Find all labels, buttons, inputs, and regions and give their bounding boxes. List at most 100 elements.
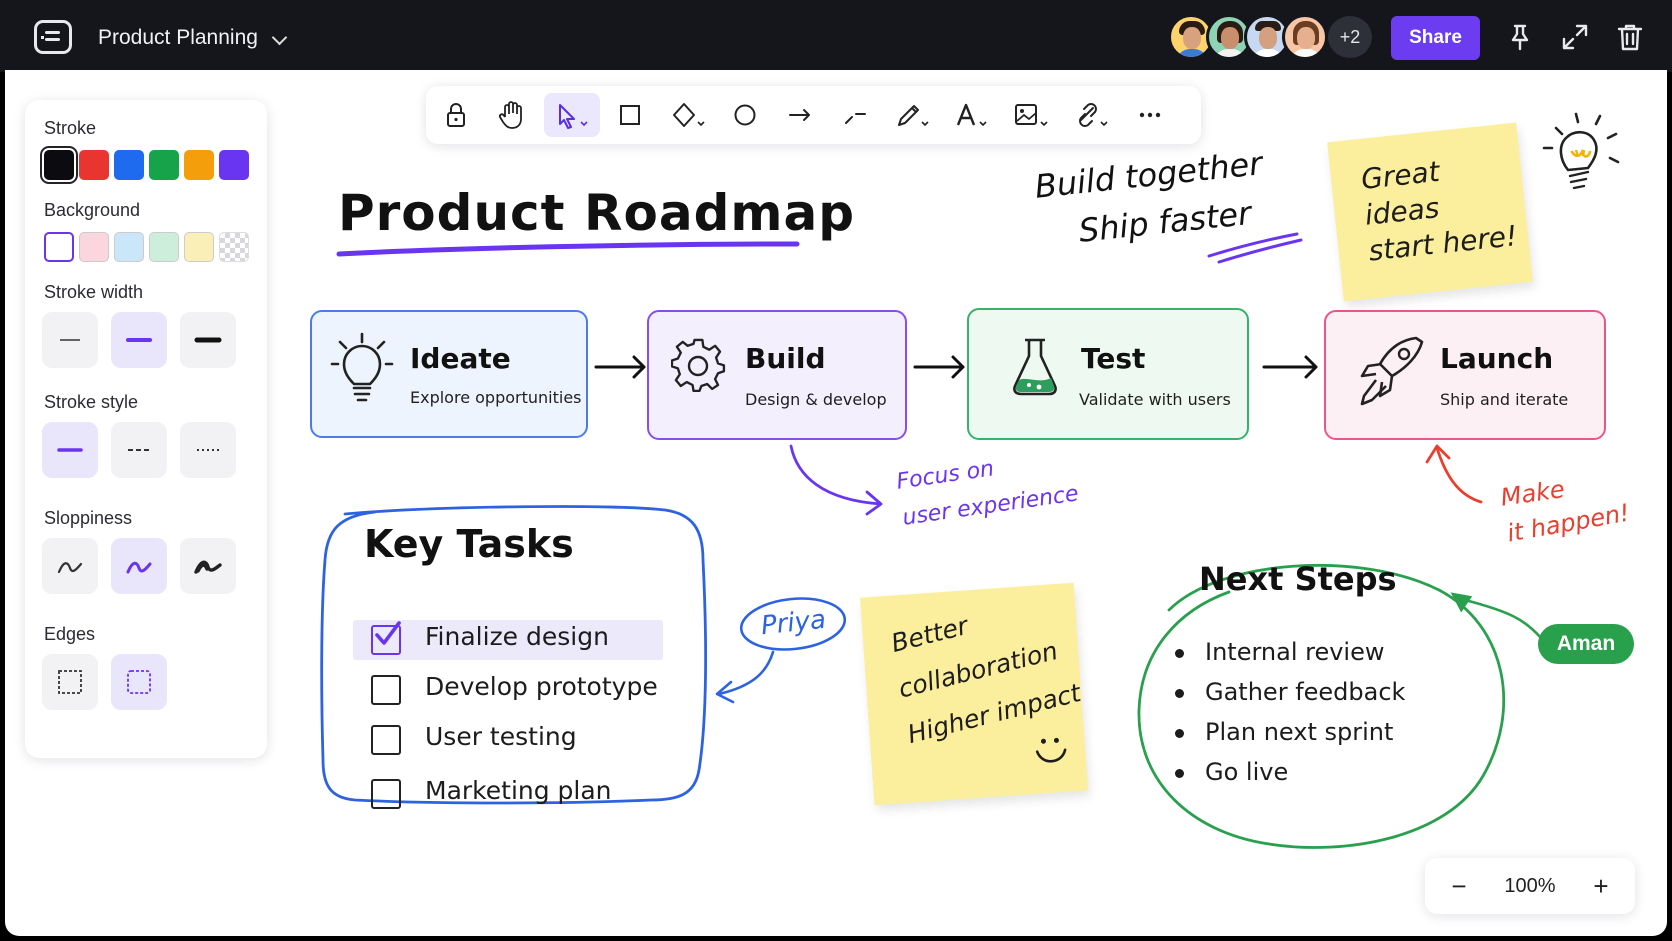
stage-test-title: Test <box>1081 342 1146 375</box>
arrow-tool-icon[interactable] <box>778 93 822 137</box>
stroke-color-swatch[interactable] <box>79 150 109 180</box>
make-note-line1[interactable]: Make <box>1499 475 1566 512</box>
drawing-toolbar <box>426 86 1201 144</box>
stage-launch[interactable]: Launch Ship and iterate <box>1324 310 1606 440</box>
top-bar: Product Planning +2 Share <box>0 0 1672 72</box>
flow-arrow-2[interactable] <box>909 352 969 382</box>
stroke-style-dashed-button[interactable] <box>111 422 167 478</box>
zoom-in-button[interactable]: + <box>1581 868 1621 904</box>
more-collaborators-badge[interactable]: +2 <box>1328 16 1372 58</box>
smiley-icon <box>1035 737 1067 763</box>
flask-icon <box>1013 338 1057 396</box>
lightbulb-doodle-icon[interactable] <box>1540 106 1630 196</box>
next-steps-title[interactable]: Next Steps <box>1199 560 1397 598</box>
background-color-swatch[interactable] <box>149 232 179 262</box>
stroke-width-thin-button[interactable] <box>42 312 98 368</box>
stage-ideate[interactable]: Ideate Explore opportunities <box>310 310 588 438</box>
stage-build-subtitle: Design & develop <box>745 390 887 409</box>
stage-launch-subtitle: Ship and iterate <box>1440 390 1569 409</box>
focus-arrow[interactable] <box>783 442 893 522</box>
stroke-color-swatch[interactable] <box>219 150 249 180</box>
select-tool-icon[interactable] <box>544 93 600 137</box>
checkbox-checked-icon[interactable] <box>371 621 401 655</box>
next-step-label: Gather feedback <box>1205 678 1406 706</box>
key-tasks-title[interactable]: Key Tasks <box>364 522 574 566</box>
stroke-width-bold-button[interactable] <box>180 312 236 368</box>
board-title[interactable]: Product Planning <box>98 26 258 50</box>
lock-tool-icon[interactable] <box>434 93 478 137</box>
edges-round-button[interactable] <box>111 654 167 710</box>
background-color-swatch[interactable] <box>114 232 144 262</box>
rectangle-tool-icon[interactable] <box>608 93 652 137</box>
trash-icon[interactable] <box>1615 22 1645 52</box>
stroke-style-label: Stroke style <box>44 392 139 412</box>
more-tools-icon[interactable] <box>1128 93 1172 137</box>
background-color-swatch[interactable] <box>79 232 109 262</box>
bullet-icon <box>1175 769 1184 778</box>
background-color-swatch[interactable] <box>44 232 74 262</box>
aman-arrow[interactable] <box>1445 590 1545 650</box>
ellipse-tool-icon[interactable] <box>723 93 767 137</box>
fullscreen-icon[interactable] <box>1560 22 1590 52</box>
stroke-color-swatch[interactable] <box>114 150 144 180</box>
stroke-color-swatch[interactable] <box>149 150 179 180</box>
sloppiness-label: Sloppiness <box>44 508 133 528</box>
stroke-width-medium-button[interactable] <box>111 312 167 368</box>
avatar[interactable] <box>1282 14 1328 60</box>
next-step-label: Plan next sprint <box>1205 718 1394 746</box>
make-it-happen-arrow[interactable] <box>1417 440 1489 510</box>
chevron-down-icon[interactable] <box>271 29 288 46</box>
hand-tool-icon[interactable] <box>489 93 533 137</box>
edges-sharp-button[interactable] <box>42 654 98 710</box>
stroke-color-swatch[interactable] <box>184 150 214 180</box>
focus-note-line1[interactable]: Focus on <box>895 456 996 494</box>
task-item[interactable]: Finalize design <box>353 620 663 660</box>
gear-icon <box>671 338 726 393</box>
task-label: Marketing plan <box>425 776 612 805</box>
title-underline[interactable] <box>335 234 805 264</box>
task-item[interactable]: Develop prototype <box>353 670 663 710</box>
link-tool-icon[interactable] <box>1066 93 1118 137</box>
sticky-collab-line1: Better <box>888 611 971 658</box>
background-color-swatch[interactable] <box>184 232 214 262</box>
checkbox-icon[interactable] <box>371 779 401 809</box>
stroke-color-swatch[interactable] <box>40 146 78 184</box>
zoom-level[interactable]: 100% <box>1495 875 1565 898</box>
stroke-style-solid-button[interactable] <box>42 422 98 478</box>
sloppiness-cartoonist-button[interactable] <box>180 538 236 594</box>
pin-icon[interactable] <box>1505 22 1535 52</box>
bullet-icon <box>1175 649 1184 658</box>
next-step-item[interactable]: Go live <box>1175 758 1288 786</box>
zoom-out-button[interactable]: − <box>1439 868 1479 904</box>
next-step-item[interactable]: Internal review <box>1175 638 1385 666</box>
sticky-note-collaboration[interactable]: Better collaboration Higher impact <box>860 582 1088 806</box>
lightbulb-icon <box>330 332 394 402</box>
next-step-item[interactable]: Plan next sprint <box>1175 718 1394 746</box>
whiteboard-canvas[interactable]: Stroke Background Stroke width Stroke st… <box>5 70 1667 936</box>
sloppiness-artist-button[interactable] <box>111 538 167 594</box>
stage-build[interactable]: Build Design & develop <box>647 310 907 440</box>
diamond-tool-icon[interactable] <box>663 93 715 137</box>
checkbox-icon[interactable] <box>371 675 401 705</box>
next-step-item[interactable]: Gather feedback <box>1175 678 1406 706</box>
line-tool-icon[interactable] <box>833 93 877 137</box>
text-tool-icon[interactable] <box>946 93 998 137</box>
app-logo-icon[interactable] <box>34 20 72 54</box>
image-tool-icon[interactable] <box>1006 93 1058 137</box>
zoom-control: − 100% + <box>1425 858 1635 914</box>
flow-arrow-1[interactable] <box>590 352 650 382</box>
flow-arrow-3[interactable] <box>1258 352 1322 382</box>
task-label: User testing <box>425 722 577 751</box>
share-button[interactable]: Share <box>1391 16 1480 60</box>
stroke-style-dotted-button[interactable] <box>180 422 236 478</box>
sloppiness-architect-button[interactable] <box>42 538 98 594</box>
stage-build-title: Build <box>745 342 826 375</box>
pencil-tool-icon[interactable] <box>887 93 939 137</box>
sticky-note-ideas[interactable]: Great ideas start here! <box>1327 122 1533 302</box>
task-item[interactable]: User testing <box>353 720 663 760</box>
tagline-underline[interactable] <box>1205 226 1305 266</box>
stage-test[interactable]: Test Validate with users <box>967 308 1249 440</box>
background-color-swatch[interactable] <box>219 232 249 262</box>
task-item[interactable]: Marketing plan <box>353 774 663 814</box>
checkbox-icon[interactable] <box>371 725 401 755</box>
